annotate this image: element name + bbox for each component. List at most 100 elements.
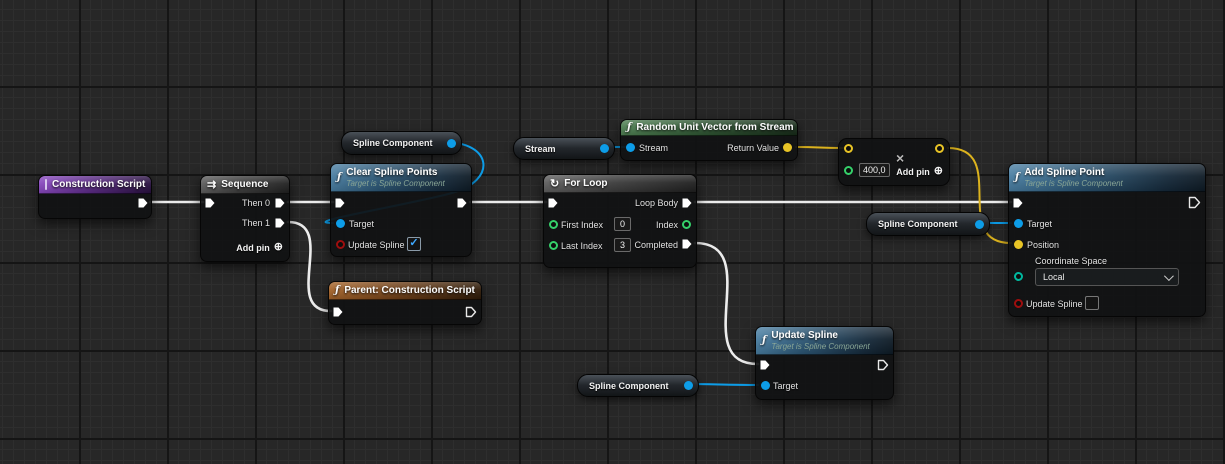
variable-node-stream[interactable]: Stream: [513, 137, 615, 160]
object-out-pin[interactable]: [447, 138, 456, 148]
blueprint-graph-canvas[interactable]: Construction Script ⇉ Sequence Then 0 Th…: [0, 0, 1225, 464]
target-label: Target: [349, 219, 375, 229]
target-pin[interactable]: [336, 219, 345, 228]
last-index-pin[interactable]: [549, 241, 558, 250]
stream-in-label: Stream: [639, 143, 669, 153]
exec-out-pin[interactable]: [877, 359, 889, 371]
clear-update-spline-checkbox[interactable]: ✓: [407, 237, 421, 251]
variable-node-spline-component-2[interactable]: Spline Component: [866, 212, 990, 236]
wire-vector[interactable]: [795, 146, 844, 149]
node-title: Add Spline Point: [1024, 167, 1105, 178]
object-out-pin[interactable]: [684, 381, 693, 390]
variable-node-spline-component-3[interactable]: Spline Component: [577, 374, 699, 397]
chevron-down-icon: [1163, 270, 1174, 281]
index-out-pin[interactable]: [682, 220, 691, 229]
multiply-value-input[interactable]: 400,0: [859, 163, 890, 177]
add-pin-button[interactable]: Add pin ⊕: [896, 166, 943, 177]
update-spline-label: Update Spline: [1026, 299, 1083, 309]
add-pin-icon: ⊕: [273, 241, 283, 253]
coordinate-space-label: Coordinate Space: [1035, 256, 1108, 266]
exec-out-pin[interactable]: [465, 306, 477, 318]
exec-in-pin[interactable]: [1012, 197, 1024, 209]
node-header: ƒ Clear Spline Points Target is Spline C…: [331, 164, 471, 192]
return-value-label: Return Value: [727, 143, 779, 153]
node-header: ƒ Add Spline Point Target is Spline Comp…: [1009, 164, 1205, 192]
add-pin-icon: ⊕: [933, 165, 943, 177]
node-subtitle: Target is Spline Component: [771, 342, 870, 351]
first-index-input[interactable]: 0: [614, 217, 631, 231]
object-out-pin[interactable]: [600, 144, 609, 153]
add-update-spline-checkbox[interactable]: [1085, 296, 1099, 310]
position-label: Position: [1027, 240, 1060, 250]
exec-in-pin[interactable]: [332, 306, 344, 318]
node-title: Clear Spline Points: [346, 167, 438, 178]
add-pin-button[interactable]: Add pin ⊕: [236, 242, 283, 253]
sequence-icon: ⇉: [207, 178, 217, 191]
first-index-pin[interactable]: [549, 220, 558, 229]
target-label: Target: [1027, 219, 1053, 229]
exec-in-pin[interactable]: [334, 197, 346, 209]
object-out-pin[interactable]: [975, 219, 984, 229]
exec-in-pin[interactable]: [547, 197, 559, 209]
multiply-operator-icon: ×: [896, 150, 905, 166]
update-spline-label: Update Spline: [348, 240, 405, 250]
node-update-spline[interactable]: ƒ Update Spline Target is Spline Compone…: [755, 326, 894, 400]
target-label: Target: [773, 381, 799, 391]
loop-body-exec-pin[interactable]: [681, 197, 693, 209]
exec-out-pin[interactable]: [1188, 196, 1201, 209]
multiply-in-float-pin[interactable]: [844, 166, 853, 175]
completed-label: Completed: [634, 240, 678, 250]
node-header: ƒ Update Spline Target is Spline Compone…: [756, 327, 893, 355]
node-header: ⇉ Sequence: [201, 176, 289, 194]
node-for-loop[interactable]: ↻ For Loop First Index 0 Last Index 3 Lo…: [543, 174, 697, 268]
node-header: ↻ For Loop: [544, 175, 696, 193]
multiply-out-pin[interactable]: [935, 144, 944, 153]
node-subtitle: Target is Spline Component: [1024, 179, 1123, 188]
loop-icon: ↻: [550, 177, 560, 190]
update-spline-pin[interactable]: [1014, 299, 1023, 308]
loop-body-label: Loop Body: [634, 198, 678, 208]
target-pin[interactable]: [1014, 219, 1023, 228]
node-random-unit-vector-from-stream[interactable]: ƒ Random Unit Vector from Stream Stream …: [620, 119, 798, 161]
exec-in-pin[interactable]: [204, 197, 216, 209]
function-icon: ƒ: [762, 335, 767, 346]
last-index-label: Last Index: [561, 241, 603, 251]
function-icon: ƒ: [1015, 172, 1020, 183]
wire-exec[interactable]: [286, 220, 333, 313]
exec-out-pin[interactable]: [137, 197, 149, 209]
node-title: For Loop: [564, 178, 608, 189]
update-spline-pin[interactable]: [336, 240, 345, 249]
node-parent-construction-script[interactable]: ƒ Parent: Construction Script: [328, 281, 482, 325]
multiply-in-vector-pin[interactable]: [844, 144, 853, 153]
event-icon: [45, 179, 47, 190]
then1-exec-pin[interactable]: [274, 217, 286, 229]
variable-node-spline-component-1[interactable]: Spline Component: [341, 131, 462, 155]
then0-exec-pin[interactable]: [274, 197, 286, 209]
node-multiply[interactable]: 400,0 × Add pin ⊕: [838, 138, 950, 186]
coordinate-space-select[interactable]: Local: [1035, 268, 1179, 286]
node-construction-script[interactable]: Construction Script: [38, 175, 152, 219]
return-value-pin[interactable]: [783, 143, 792, 152]
completed-exec-pin[interactable]: [681, 238, 693, 250]
node-title: Update Spline: [771, 330, 838, 341]
position-pin[interactable]: [1014, 240, 1023, 249]
then0-label: Then 0: [241, 198, 270, 208]
node-header: Construction Script: [39, 176, 151, 194]
node-sequence[interactable]: ⇉ Sequence Then 0 Then 1 Add pin ⊕: [200, 175, 290, 262]
node-title: Random Unit Vector from Stream: [636, 122, 794, 133]
function-icon: ƒ: [337, 172, 342, 183]
stream-in-pin[interactable]: [626, 143, 635, 152]
last-index-input[interactable]: 3: [614, 238, 631, 252]
then1-label: Then 1: [241, 218, 270, 228]
node-header: ƒ Random Unit Vector from Stream: [621, 120, 797, 136]
coordinate-space-pin[interactable]: [1014, 272, 1023, 281]
node-header: ƒ Parent: Construction Script: [329, 282, 481, 300]
node-title: Parent: Construction Script: [344, 285, 475, 296]
wire-exec[interactable]: [693, 241, 760, 366]
exec-in-pin[interactable]: [759, 359, 771, 371]
node-clear-spline-points[interactable]: ƒ Clear Spline Points Target is Spline C…: [330, 163, 472, 257]
target-pin[interactable]: [761, 381, 770, 390]
function-icon: ƒ: [627, 122, 632, 133]
node-add-spline-point[interactable]: ƒ Add Spline Point Target is Spline Comp…: [1008, 163, 1206, 317]
exec-out-pin[interactable]: [456, 197, 468, 209]
